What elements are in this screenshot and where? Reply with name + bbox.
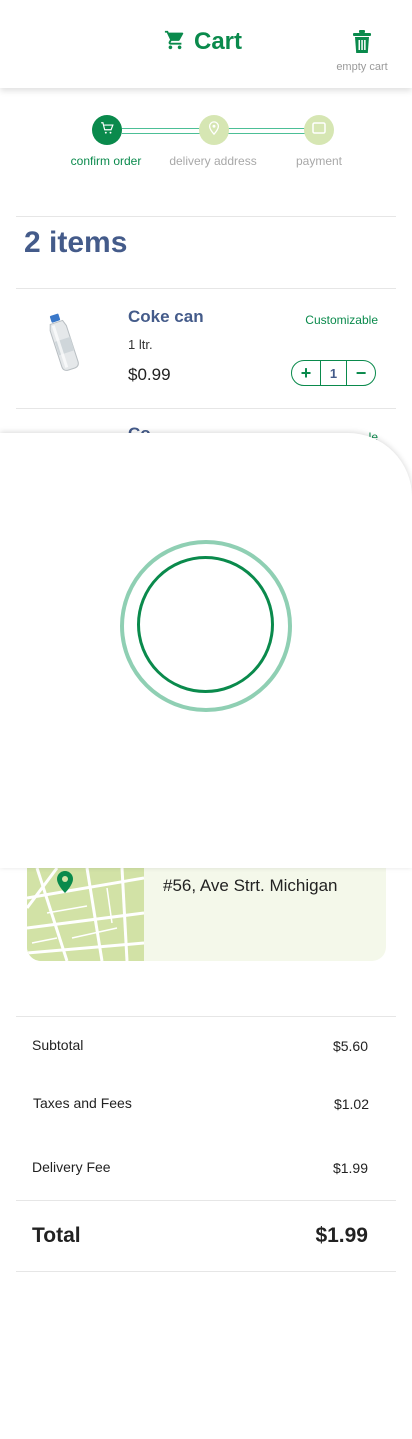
delivery-fee-row: Delivery Fee $1.99 [32, 1159, 368, 1176]
page-title: Cart [194, 28, 243, 55]
divider [16, 1016, 396, 1017]
divider [16, 408, 396, 409]
total-label: Total [32, 1224, 81, 1247]
step-connector [228, 128, 306, 134]
trash-icon [351, 30, 373, 58]
cart-icon [100, 121, 114, 140]
delivery-fee-label: Delivery Fee [32, 1159, 111, 1175]
increase-quantity-button[interactable]: + [292, 361, 320, 385]
map-thumbnail [27, 868, 145, 961]
product-price: $0.99 [128, 365, 171, 384]
subtotal-value: $5.60 [332, 1038, 368, 1054]
step-payment[interactable] [304, 115, 334, 145]
divider [16, 216, 396, 217]
header-title: Cart [164, 28, 242, 56]
step-connector [122, 128, 200, 134]
quantity-value: 1 [320, 361, 347, 385]
location-pin-icon [208, 120, 220, 140]
product-name: Coke can [128, 307, 204, 326]
customizable-link[interactable]: Customizable [305, 313, 378, 327]
product-image [44, 309, 84, 373]
decrease-quantity-button[interactable]: − [347, 361, 375, 385]
app-header: Cart empty cart [0, 0, 412, 88]
subtotal-row: Subtotal $5.60 [32, 1037, 368, 1054]
taxes-value: $1.02 [333, 1096, 369, 1112]
items-count: 2 items [24, 226, 128, 259]
delivery-address-text: #56, Ave Strt. Michigan [163, 876, 338, 895]
empty-cart-button[interactable]: empty cart [332, 30, 392, 73]
taxes-row: Taxes and Fees $1.02 [33, 1095, 369, 1112]
empty-cart-label: empty cart [336, 61, 388, 73]
delivery-address-card[interactable]: #56, Ave Strt. Michigan [27, 868, 386, 961]
step-confirm-order[interactable] [92, 115, 122, 145]
quantity-stepper: + 1 − [291, 360, 376, 386]
shopping-cart-icon [164, 29, 186, 56]
loading-overlay [0, 433, 412, 868]
step-delivery-address[interactable] [199, 115, 229, 145]
delivery-fee-value: $1.99 [332, 1160, 368, 1176]
cart-item: Coke can 1 ltr. $0.99 Customizable + 1 − [0, 289, 412, 389]
step-label-confirm-order: confirm order [70, 154, 142, 168]
step-label-payment: payment [295, 154, 343, 168]
product-size: 1 ltr. [128, 337, 153, 352]
divider [16, 1271, 396, 1272]
total-row: Total $1.99 [32, 1216, 368, 1248]
checkout-stepper: confirm order delivery address payment [0, 114, 412, 174]
loading-spinner-inner-ring [137, 556, 274, 693]
divider [16, 1200, 396, 1201]
step-label-delivery-address: delivery address [169, 154, 257, 168]
taxes-label: Taxes and Fees [33, 1095, 132, 1111]
card-icon [312, 121, 326, 139]
total-value: $1.99 [315, 1224, 368, 1247]
map-pin-icon [57, 871, 73, 898]
subtotal-label: Subtotal [32, 1037, 84, 1053]
